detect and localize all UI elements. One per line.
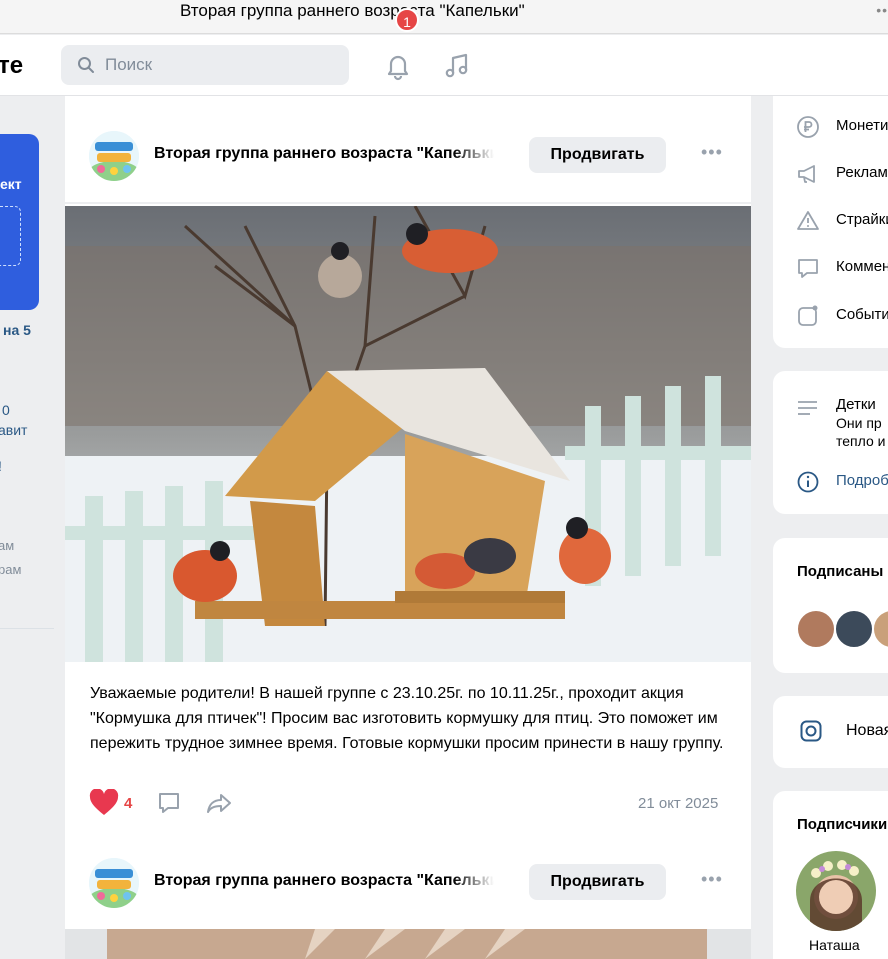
promo-card[interactable]: ект	[0, 134, 39, 310]
admin-menu-card: Монетизация Реклама Страйки Комментарии …	[773, 96, 888, 348]
warning-icon	[797, 211, 819, 230]
menu-item-label: Реклама	[836, 164, 888, 181]
instagram-card[interactable]: Новая	[773, 696, 888, 768]
likes-count: 4	[124, 795, 133, 812]
like-heart-icon[interactable]	[89, 789, 119, 817]
subscriber-name[interactable]: Наташа	[809, 937, 860, 953]
info-icon	[797, 471, 819, 493]
comment-icon[interactable]	[156, 790, 182, 816]
about-title: Детки	[836, 396, 876, 413]
left-divider	[0, 628, 54, 629]
left-text-3[interactable]: авит	[0, 422, 27, 438]
event-icon	[798, 305, 818, 326]
window-menu-icon[interactable]: ••	[876, 2, 888, 18]
about-card: Детки Они пр тепло и Подробнее	[773, 371, 888, 514]
promote-button[interactable]: Продвигать	[529, 864, 666, 900]
group-avatar[interactable]	[89, 858, 139, 908]
megaphone-icon	[798, 165, 815, 183]
instagram-icon	[800, 720, 822, 742]
left-text-6[interactable]: рам	[0, 562, 21, 577]
subscriptions-card: Подписаны	[773, 538, 888, 673]
menu-item-label: События	[836, 306, 888, 323]
group-avatar-image	[89, 858, 139, 908]
left-text-5[interactable]: ам	[0, 538, 14, 553]
subscriptions-title[interactable]: Подписаны	[797, 563, 883, 580]
promo-dashed-frame	[0, 206, 21, 266]
menu-item-label: Монетизация	[836, 117, 888, 134]
feed-column: Вторая группа раннего возраста "Капельки…	[65, 96, 751, 959]
group-name[interactable]: Вторая группа раннего возраста "Капельки…	[154, 145, 494, 163]
left-text-4[interactable]: !	[0, 458, 2, 474]
instagram-label[interactable]: Новая	[846, 722, 888, 740]
search-input[interactable]	[105, 45, 335, 85]
menu-item-label: Комментарии	[836, 258, 888, 275]
about-line-2: тепло и	[836, 433, 886, 449]
post-header: Вторая группа раннего возраста "Капельки…	[65, 119, 751, 191]
search-box[interactable]	[61, 45, 349, 85]
site-logo[interactable]: те	[0, 52, 23, 80]
post-actions: 4 21 окт 2025	[65, 786, 751, 822]
promote-button[interactable]: Продвигать	[529, 137, 666, 173]
group-avatar[interactable]	[89, 131, 139, 181]
window-title: Вторая группа раннего возраста "Капельки…	[180, 1, 525, 20]
avatar[interactable]	[872, 609, 888, 649]
group-avatar-image	[89, 131, 139, 181]
post-separator	[65, 202, 751, 204]
description-lines-icon	[798, 401, 817, 415]
bird-feeder-image	[65, 206, 751, 662]
post-photo[interactable]	[65, 206, 751, 662]
more-options-icon[interactable]: •••	[701, 142, 723, 163]
notifications-bell-icon[interactable]	[382, 50, 414, 82]
post-header: Вторая группа раннего возраста "Капельки…	[65, 846, 751, 918]
avatar[interactable]	[796, 851, 876, 931]
left-text-1[interactable]: на 5	[3, 322, 31, 338]
search-icon	[78, 57, 94, 73]
about-more-link[interactable]: Подробнее	[836, 472, 888, 490]
more-options-icon[interactable]: •••	[701, 869, 723, 890]
subscriber-avatar-image	[796, 851, 876, 931]
promo-text: ект	[0, 176, 22, 192]
share-icon[interactable]	[205, 790, 233, 816]
left-sidebar: ект на 5 0 авит ! ам рам	[0, 96, 54, 959]
subscriptions-avatars[interactable]	[796, 609, 888, 649]
subscribers-title[interactable]: Подписчики	[797, 816, 887, 833]
top-header: те	[0, 35, 888, 96]
ruble-icon	[797, 116, 819, 138]
avatar[interactable]	[796, 609, 836, 649]
avatar[interactable]	[834, 609, 874, 649]
post-text: Уважаемые родители! В нашей группе с 23.…	[90, 685, 724, 752]
subscribers-card: Подписчики Наташа	[773, 791, 888, 959]
music-icon[interactable]	[442, 51, 472, 81]
menu-item-label: Страйки	[836, 211, 888, 228]
post-photo-2-image	[65, 929, 751, 959]
left-text-2[interactable]: 0	[2, 402, 10, 418]
window-titlebar: Вторая группа раннего возраста "Капельки…	[0, 0, 888, 34]
comment-icon	[798, 259, 818, 278]
group-name[interactable]: Вторая группа раннего возраста "Капельки…	[154, 872, 494, 890]
about-line-1: Они пр	[836, 415, 882, 431]
post-photo-2[interactable]	[65, 929, 751, 959]
notifications-badge: 1	[395, 8, 419, 32]
post-date: 21 окт 2025	[638, 795, 719, 812]
